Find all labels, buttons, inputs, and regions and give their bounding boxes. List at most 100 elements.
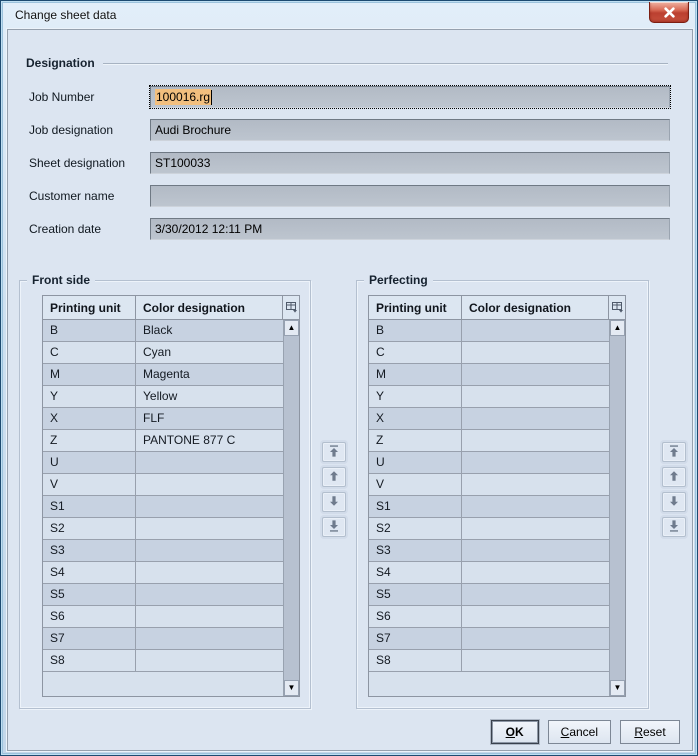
- color-designation-cell[interactable]: [462, 474, 609, 495]
- table-row[interactable]: S3: [43, 540, 283, 562]
- move-up-button[interactable]: [322, 467, 346, 487]
- printing-unit-cell[interactable]: S3: [43, 540, 136, 561]
- color-designation-cell[interactable]: [462, 342, 609, 363]
- printing-unit-cell[interactable]: S4: [369, 562, 462, 583]
- move-to-bottom-button[interactable]: [662, 517, 686, 537]
- color-designation-cell[interactable]: [462, 584, 609, 605]
- color-designation-cell[interactable]: [462, 452, 609, 473]
- reset-button[interactable]: Reset: [620, 720, 680, 744]
- table-row[interactable]: S1: [43, 496, 283, 518]
- color-designation-cell[interactable]: [462, 562, 609, 583]
- column-header-printing-unit[interactable]: Printing unit: [369, 296, 462, 319]
- printing-unit-cell[interactable]: S4: [43, 562, 136, 583]
- color-designation-cell[interactable]: [462, 628, 609, 649]
- color-designation-cell[interactable]: [462, 606, 609, 627]
- table-row[interactable]: S2: [43, 518, 283, 540]
- table-row[interactable]: M: [369, 364, 609, 386]
- column-chooser-button[interactable]: [282, 296, 299, 319]
- table-row[interactable]: S6: [43, 606, 283, 628]
- creation-date-field[interactable]: 3/30/2012 12:11 PM: [150, 218, 670, 240]
- table-row[interactable]: B Black: [43, 320, 283, 342]
- color-designation-cell[interactable]: PANTONE 877 C: [136, 430, 283, 451]
- scroll-up-button[interactable]: ▲: [610, 320, 625, 336]
- table-row[interactable]: S6: [369, 606, 609, 628]
- color-designation-cell[interactable]: [136, 562, 283, 583]
- color-designation-cell[interactable]: [136, 584, 283, 605]
- table-row[interactable]: X FLF: [43, 408, 283, 430]
- printing-unit-cell[interactable]: S2: [43, 518, 136, 539]
- column-header-printing-unit[interactable]: Printing unit: [43, 296, 136, 319]
- color-designation-cell[interactable]: [462, 496, 609, 517]
- job-number-field[interactable]: 100016.rg: [149, 85, 671, 109]
- table-row[interactable]: S7: [369, 628, 609, 650]
- printing-unit-cell[interactable]: S8: [43, 650, 136, 671]
- printing-unit-cell[interactable]: S7: [369, 628, 462, 649]
- table-row[interactable]: S7: [43, 628, 283, 650]
- scrollbar-track[interactable]: [610, 336, 625, 680]
- printing-unit-cell[interactable]: U: [43, 452, 136, 473]
- color-designation-cell[interactable]: [462, 320, 609, 341]
- color-designation-cell[interactable]: [462, 540, 609, 561]
- color-designation-cell[interactable]: [136, 496, 283, 517]
- table-row[interactable]: C: [369, 342, 609, 364]
- scroll-down-button[interactable]: ▼: [284, 680, 299, 696]
- table-row[interactable]: S4: [369, 562, 609, 584]
- ok-button[interactable]: OK: [490, 720, 539, 744]
- cancel-button[interactable]: Cancel: [547, 720, 611, 744]
- customer-name-field[interactable]: [150, 185, 670, 207]
- table-row[interactable]: U: [43, 452, 283, 474]
- table-row[interactable]: V: [43, 474, 283, 496]
- column-chooser-button[interactable]: [608, 296, 625, 319]
- printing-unit-cell[interactable]: S8: [369, 650, 462, 671]
- color-designation-cell[interactable]: [462, 364, 609, 385]
- printing-unit-cell[interactable]: S2: [369, 518, 462, 539]
- table-row[interactable]: S2: [369, 518, 609, 540]
- printing-unit-cell[interactable]: S5: [369, 584, 462, 605]
- printing-unit-cell[interactable]: M: [369, 364, 462, 385]
- table-row[interactable]: S3: [369, 540, 609, 562]
- printing-unit-cell[interactable]: S7: [43, 628, 136, 649]
- scroll-up-button[interactable]: ▲: [284, 320, 299, 336]
- table-row[interactable]: Y: [369, 386, 609, 408]
- table-row[interactable]: B: [369, 320, 609, 342]
- color-designation-cell[interactable]: [136, 474, 283, 495]
- table-row[interactable]: C Cyan: [43, 342, 283, 364]
- table-row[interactable]: U: [369, 452, 609, 474]
- table-row[interactable]: V: [369, 474, 609, 496]
- printing-unit-cell[interactable]: Y: [369, 386, 462, 407]
- table-row[interactable]: Y Yellow: [43, 386, 283, 408]
- printing-unit-cell[interactable]: X: [43, 408, 136, 429]
- move-down-button[interactable]: [322, 492, 346, 512]
- printing-unit-cell[interactable]: Z: [43, 430, 136, 451]
- table-row[interactable]: S4: [43, 562, 283, 584]
- printing-unit-cell[interactable]: V: [369, 474, 462, 495]
- color-designation-cell[interactable]: [136, 452, 283, 473]
- printing-unit-cell[interactable]: Z: [369, 430, 462, 451]
- column-header-color-designation[interactable]: Color designation: [136, 296, 282, 319]
- color-designation-cell[interactable]: [136, 628, 283, 649]
- color-designation-cell[interactable]: Yellow: [136, 386, 283, 407]
- printing-unit-cell[interactable]: U: [369, 452, 462, 473]
- printing-unit-cell[interactable]: S5: [43, 584, 136, 605]
- table-row[interactable]: M Magenta: [43, 364, 283, 386]
- column-header-color-designation[interactable]: Color designation: [462, 296, 608, 319]
- close-button[interactable]: [649, 2, 689, 23]
- color-designation-cell[interactable]: Magenta: [136, 364, 283, 385]
- color-designation-cell[interactable]: Cyan: [136, 342, 283, 363]
- job-designation-field[interactable]: Audi Brochure: [150, 119, 670, 141]
- color-designation-cell[interactable]: [136, 518, 283, 539]
- printing-unit-cell[interactable]: V: [43, 474, 136, 495]
- color-designation-cell[interactable]: [462, 386, 609, 407]
- color-designation-cell[interactable]: [462, 408, 609, 429]
- printing-unit-cell[interactable]: S6: [43, 606, 136, 627]
- printing-unit-cell[interactable]: S1: [369, 496, 462, 517]
- color-designation-cell[interactable]: [462, 430, 609, 451]
- table-row[interactable]: Z PANTONE 877 C: [43, 430, 283, 452]
- move-to-bottom-button[interactable]: [322, 517, 346, 537]
- table-row[interactable]: S8: [369, 650, 609, 672]
- color-designation-cell[interactable]: [136, 540, 283, 561]
- printing-unit-cell[interactable]: C: [369, 342, 462, 363]
- color-designation-cell[interactable]: [462, 650, 609, 671]
- table-row[interactable]: S5: [369, 584, 609, 606]
- printing-unit-cell[interactable]: B: [369, 320, 462, 341]
